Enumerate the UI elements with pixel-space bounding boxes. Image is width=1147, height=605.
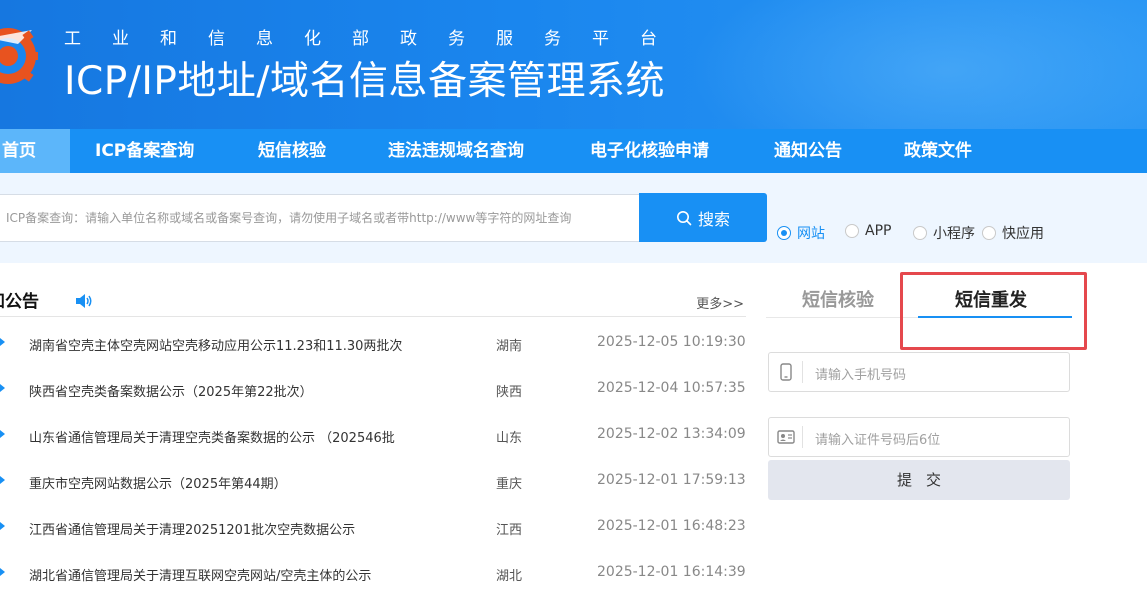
tab-sms-verify[interactable]: 短信核验 xyxy=(802,286,874,312)
radio-quick-app[interactable]: 快应用 xyxy=(982,223,1044,243)
notice-time: 2025-12-02 13:34:09 xyxy=(597,426,746,442)
notice-title[interactable]: 陕西省空壳类备案数据公示（2025年第22批次） xyxy=(29,381,313,400)
nav-item-sms-verify[interactable]: 短信核验 xyxy=(258,129,326,173)
radio-label: 快应用 xyxy=(1002,226,1044,242)
notice-region: 湖北 xyxy=(496,569,523,584)
radio-dot xyxy=(913,226,927,240)
nav-item-policy[interactable]: 政策文件 xyxy=(904,129,972,173)
id-placeholder: 请输入证件号码后6位 xyxy=(815,433,941,448)
phone-placeholder: 请输入手机号码 xyxy=(815,368,907,383)
phone-field[interactable]: 请输入手机号码 xyxy=(768,352,1070,392)
bullet-icon xyxy=(0,384,5,392)
radio-mini-program[interactable]: 小程序 xyxy=(913,223,975,243)
search-input[interactable]: ICP备案查询：请输入单位名称或域名或备案号查询，请勿使用子域名或者带http:… xyxy=(0,194,640,242)
phone-icon xyxy=(780,363,792,381)
notice-region: 湖南 xyxy=(496,339,523,354)
highlight-annotation xyxy=(900,272,1087,350)
nav-item-home[interactable]: 首页 xyxy=(0,129,70,173)
header-subtitle: 工业和信息化部政务服务平台 xyxy=(64,29,688,49)
bullet-icon xyxy=(0,338,5,346)
notice-row[interactable]: 湖北省通信管理局关于清理互联网空壳网站/空壳主体的公示 湖北 2025-12-0… xyxy=(0,550,746,596)
main-nav: 首页 ICP备案查询 短信核验 违法违规域名查询 电子化核验申请 通知公告 政策… xyxy=(0,129,1147,173)
notice-title[interactable]: 湖南省空壳主体空壳网站空壳移动应用公示11.23和11.30两批次 xyxy=(29,335,402,354)
notice-row[interactable]: 湖南省空壳主体空壳网站空壳移动应用公示11.23和11.30两批次 湖南 202… xyxy=(0,320,746,366)
nav-item-illegal-domain[interactable]: 违法违规域名查询 xyxy=(388,129,524,173)
notice-time: 2025-12-01 16:14:39 xyxy=(597,564,746,580)
speaker-icon xyxy=(76,294,92,308)
bullet-icon xyxy=(0,430,5,438)
radio-dot xyxy=(777,226,791,240)
radio-dot xyxy=(982,226,996,240)
radio-app[interactable]: APP xyxy=(845,223,891,239)
bullet-icon xyxy=(0,568,5,576)
header-glow xyxy=(687,0,1147,129)
nav-item-e-verify[interactable]: 电子化核验申请 xyxy=(590,129,709,173)
more-link[interactable]: 更多>> xyxy=(696,293,744,312)
notice-region: 江西 xyxy=(496,523,523,538)
notice-row[interactable]: 山东省通信管理局关于清理空壳类备案数据的公示 （202546批 山东 2025-… xyxy=(0,412,746,458)
radio-website[interactable]: 网站 xyxy=(777,223,825,243)
radio-label: 网站 xyxy=(797,226,825,242)
notice-row[interactable]: 江西省通信管理局关于清理20251201批次空壳数据公示 江西 2025-12-… xyxy=(0,504,746,550)
notice-title[interactable]: 山东省通信管理局关于清理空壳类备案数据的公示 （202546批 xyxy=(29,427,395,446)
notice-time: 2025-12-04 10:57:35 xyxy=(597,380,746,396)
radio-label: APP xyxy=(865,223,892,239)
id-number-field[interactable]: 请输入证件号码后6位 xyxy=(768,417,1070,457)
notice-time: 2025-12-01 17:59:13 xyxy=(597,472,746,488)
notice-row[interactable]: 陕西省空壳类备案数据公示（2025年第22批次） 陕西 2025-12-04 1… xyxy=(0,366,746,412)
search-icon xyxy=(676,210,692,225)
submit-button[interactable]: 提交 xyxy=(768,460,1070,500)
bullet-icon xyxy=(0,476,5,484)
notice-row[interactable]: 重庆市空壳网站数据公示（2025年第44期） 重庆 2025-12-01 17:… xyxy=(0,458,746,504)
site-header: 工业和信息化部政务服务平台 ICP/IP地址/域名信息备案管理系统 xyxy=(0,0,1147,129)
search-button-label: 搜索 xyxy=(697,209,730,229)
notice-title[interactable]: 湖北省通信管理局关于清理互联网空壳网站/空壳主体的公示 xyxy=(29,565,371,584)
radio-dot xyxy=(845,224,859,238)
nav-item-notices[interactable]: 通知公告 xyxy=(774,129,842,173)
nav-item-icp-query[interactable]: ICP备案查询 xyxy=(95,129,194,173)
logo-icon xyxy=(0,28,38,84)
notice-region: 重庆 xyxy=(496,477,523,492)
search-band: ICP备案查询：请输入单位名称或域名或备案号查询，请勿使用子域名或者带http:… xyxy=(0,173,1147,263)
notice-title[interactable]: 江西省通信管理局关于清理20251201批次空壳数据公示 xyxy=(29,519,355,538)
notice-time: 2025-12-01 16:48:23 xyxy=(597,518,746,534)
search-button[interactable]: 搜索 xyxy=(639,193,767,242)
notice-time: 2025-12-05 10:19:30 xyxy=(597,334,746,350)
radio-label: 小程序 xyxy=(933,226,975,242)
notice-title[interactable]: 重庆市空壳网站数据公示（2025年第44期） xyxy=(29,473,287,492)
notice-section-title: 知公告 xyxy=(0,292,39,312)
notice-header: 知公告 更多>> xyxy=(0,283,746,317)
notice-region: 山东 xyxy=(496,431,523,446)
bullet-icon xyxy=(0,522,5,530)
header-title: ICP/IP地址/域名信息备案管理系统 xyxy=(64,59,666,104)
notice-region: 陕西 xyxy=(496,385,523,400)
field-separator xyxy=(802,361,803,383)
field-separator xyxy=(802,426,803,448)
id-card-icon xyxy=(777,430,795,444)
